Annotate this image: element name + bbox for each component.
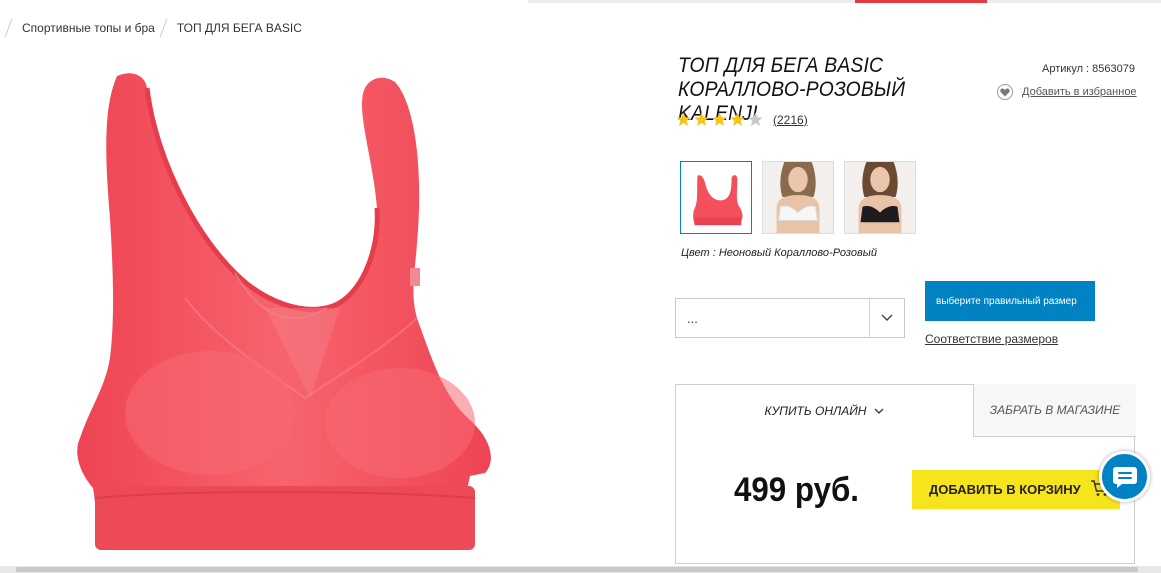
breadcrumb-separator [159, 19, 169, 37]
size-select-value[interactable]: ... [676, 311, 869, 326]
scrollbar-thumb[interactable] [16, 567, 1138, 572]
choose-size-button[interactable]: выберите правильный размер [925, 281, 1095, 321]
chevron-down-icon [874, 404, 884, 418]
header-border [528, 0, 1161, 3]
add-to-favorites[interactable]: Добавить в избранное [997, 84, 1137, 100]
heart-icon[interactable] [997, 84, 1013, 100]
chat-icon [1112, 466, 1137, 488]
thumbnail-coral-top[interactable] [680, 161, 752, 234]
thumbnail-white-model[interactable] [762, 161, 834, 234]
star-empty-icon [748, 112, 763, 126]
product-sku: Артикул : 8563079 [1041, 63, 1135, 75]
chevron-down-icon[interactable] [870, 299, 904, 337]
star-icon [694, 112, 709, 126]
color-thumbnails [680, 161, 926, 234]
size-guide-link[interactable]: Соответствие размеров [925, 332, 1058, 346]
add-to-favorites-label[interactable]: Добавить в избранное [1022, 86, 1137, 98]
product-title-line-1: ТОП ДЛЯ БЕГА BASIC [678, 54, 884, 77]
tab-buy-online[interactable]: КУПИТЬ ОНЛАЙН [676, 385, 973, 437]
breadcrumb-item-category[interactable]: Спортивные топы и бра [22, 21, 155, 35]
star-icon [730, 112, 745, 126]
header-strip [0, 0, 1161, 6]
chat-button[interactable] [1099, 451, 1150, 502]
review-count-link[interactable]: (2216) [773, 113, 808, 127]
product-main-image[interactable] [65, 68, 500, 553]
tab-pickup-store[interactable]: ЗАБРАТЬ В МАГАЗИНЕ [973, 384, 1136, 437]
color-label: Цвет : Неоновый Кораллово-Розовый [681, 247, 877, 259]
star-icon [712, 112, 727, 126]
purchase-box: КУПИТЬ ОНЛАЙН ЗАБРАТЬ В МАГАЗИНЕ 499 руб… [675, 384, 1136, 564]
horizontal-scrollbar[interactable] [0, 566, 1161, 573]
thumbnail-black-model[interactable] [844, 161, 916, 234]
breadcrumb-separator [4, 19, 14, 37]
add-to-cart-button[interactable]: ДОБАВИТЬ В КОРЗИНУ [912, 470, 1120, 509]
product-price: 499 руб. [734, 471, 859, 509]
size-select[interactable]: ... [675, 298, 905, 338]
add-to-cart-label: ДОБАВИТЬ В КОРЗИНУ [929, 482, 1081, 497]
header-active-indicator [855, 0, 987, 3]
star-icon [676, 112, 691, 126]
breadcrumb: Спортивные топы и бра ТОП ДЛЯ БЕГА BASIC [0, 18, 302, 38]
breadcrumb-item-current: ТОП ДЛЯ БЕГА BASIC [176, 21, 302, 35]
product-rating[interactable]: (2216) [676, 112, 808, 127]
coral-sports-bra-image [77, 73, 491, 551]
tab-pickup-store-label: ЗАБРАТЬ В МАГАЗИНЕ [989, 403, 1121, 417]
tab-buy-online-label: КУПИТЬ ОНЛАЙН [764, 404, 867, 418]
